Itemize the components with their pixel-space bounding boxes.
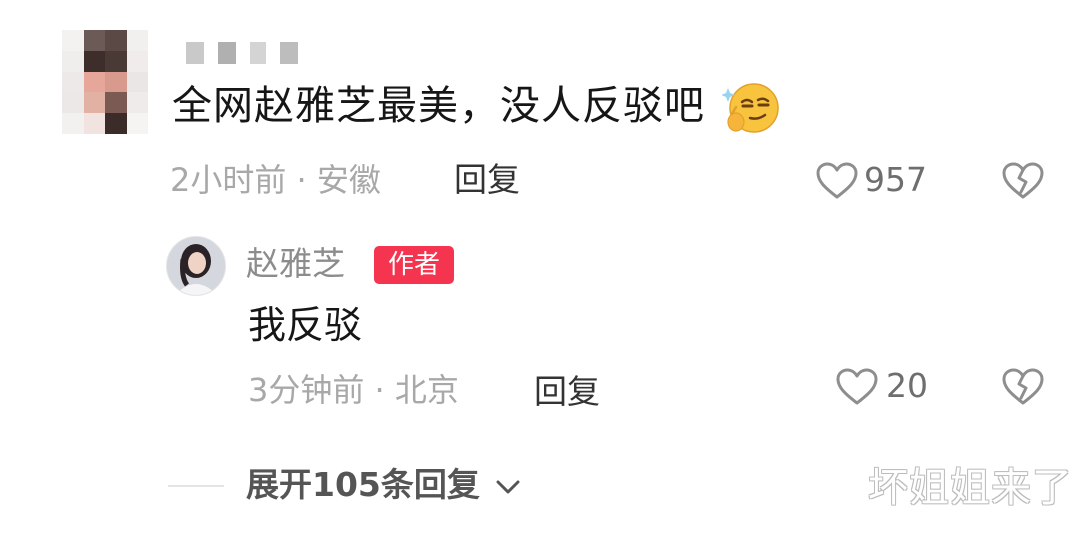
reply-like-count: 20 [886,366,928,405]
heart-icon [816,162,858,199]
reply-reply-button[interactable]: 回复 [534,372,600,412]
broken-heart-icon [1002,162,1044,199]
comment-like-count: 957 [864,160,927,199]
author-avatar[interactable] [166,236,226,296]
reply-dislike-button[interactable] [1002,368,1044,406]
author-badge: 作者 [374,246,454,284]
comment-time-location: 2小时前 · 安徽 [170,161,381,199]
author-name[interactable]: 赵雅芝 [246,244,345,284]
watermark: 坏姐姐来了 [868,465,1073,511]
comment-reply-button[interactable]: 回复 [454,160,520,200]
expand-divider [168,485,224,487]
expand-replies-label: 展开105条回复 [246,465,480,504]
reply-like-button[interactable] [836,368,878,406]
comment-dislike-button[interactable] [1002,162,1044,200]
commenter-avatar[interactable] [62,30,148,134]
expand-replies-button[interactable]: 展开105条回复 [246,464,523,506]
chevron-down-icon [496,480,520,493]
comment-text: 全网赵雅芝最美，没人反驳吧 [172,83,705,129]
thinking-smirk-emoji-icon [722,80,780,136]
commenter-name-pixelated[interactable] [186,36,298,70]
comment-like-button[interactable] [816,162,858,200]
comment-thread: 全网赵雅芝最美，没人反驳吧 2小时前 · 安徽 回复 957 赵雅芝 作者 我反… [0,0,1080,534]
reply-time-location: 3分钟前 · 北京 [248,371,459,409]
reply-text: 我反驳 [248,303,363,347]
heart-icon [836,368,878,405]
broken-heart-icon [1002,368,1044,405]
